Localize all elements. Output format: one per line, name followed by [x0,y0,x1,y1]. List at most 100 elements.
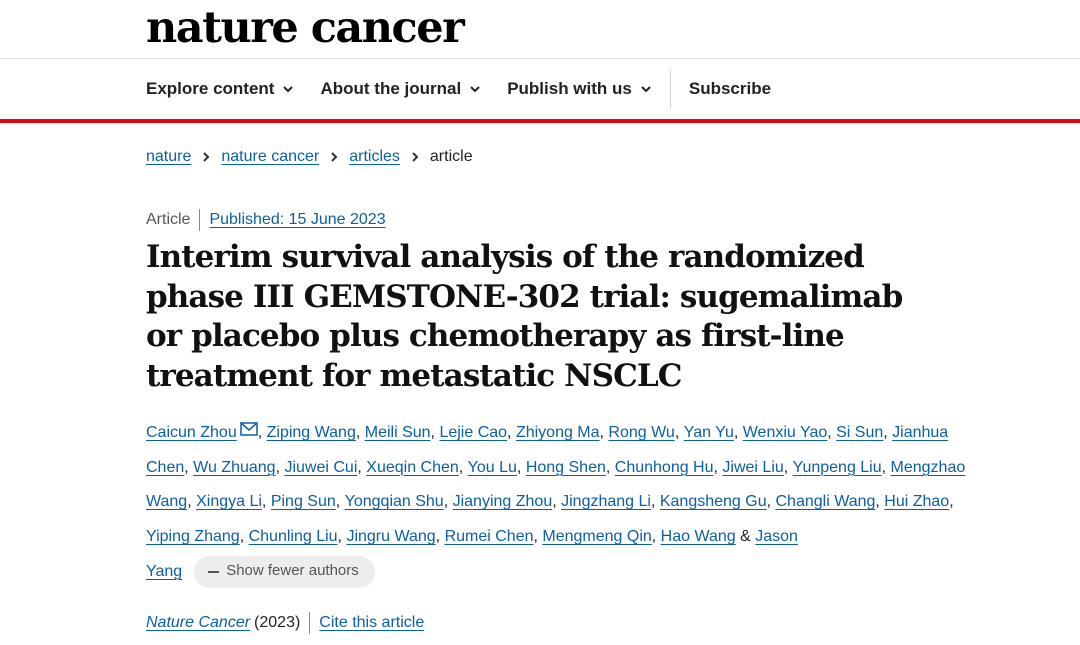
author-item: Si Sun, [836,424,893,441]
author-item: Lejie Cao, [439,424,516,441]
publication-year: (2023) [254,614,301,631]
show-fewer-item: Show fewer authors [182,555,375,588]
author-item: Ziping Wang, [266,424,365,441]
author-item: Chunling Liu, [248,528,347,546]
author-link[interactable]: Ping Sun [271,493,336,510]
site-logo[interactable]: nature cancer [146,2,465,54]
author-link[interactable]: Wenxiu Yao [743,424,828,441]
nav-publish-with-us[interactable]: Publish with us [507,79,652,99]
author-item: Mengmeng Qin, [542,528,661,546]
author-link[interactable]: Wu Zhuang [193,459,275,476]
chevron-right-icon [412,152,419,162]
author-link[interactable]: Hong Shen [526,459,606,476]
author-item: Jingzhang Li, [561,493,660,511]
show-fewer-authors-button[interactable]: Show fewer authors [194,555,375,588]
author-link[interactable]: Mengmeng Qin [542,528,651,545]
author-link[interactable]: Ziping Wang [267,424,356,441]
author-item: Xueqin Chen, [366,458,468,476]
author-link[interactable]: Lejie Cao [439,424,507,441]
citation-divider [309,612,311,634]
chevron-right-icon [331,152,338,162]
author-link[interactable]: You Lu [468,459,517,476]
author-item: Jiuwei Cui, [284,458,367,476]
author-link[interactable]: Yan Yu [684,424,734,441]
author-item: Hao Wang & [660,528,756,546]
author-link[interactable]: Hui Zhao [884,493,949,510]
author-item: Wu Zhuang, [193,458,285,476]
author-link[interactable]: Yongqian Shu [345,493,444,510]
author-link[interactable]: Jingzhang Li [561,493,651,510]
masthead: nature cancer [0,0,1080,58]
meta-divider [199,209,201,231]
nav-about-journal[interactable]: About the journal [320,79,481,99]
author-item: Hui Zhao, [884,493,954,511]
article-meta: Article Published: 15 June 2023 [146,209,386,231]
author-link[interactable]: Rumei Chen [445,528,534,545]
author-item: Jiwei Liu, [722,458,793,476]
author-item: Wenxiu Yao, [742,424,837,441]
author-item: Yongqian Shu, [344,493,453,511]
published-date-link[interactable]: Published: 15 June 2023 [209,211,385,229]
chevron-right-icon [203,152,210,162]
main-navigation: Explore content About the journal Publis… [0,58,1080,123]
cite-article-link[interactable]: Cite this article [319,614,424,632]
author-link[interactable]: Jianying Zhou [453,493,553,510]
nav-divider [669,69,671,109]
breadcrumb-current: article [429,148,473,165]
author-item: Hong Shen, [525,458,615,476]
author-link[interactable]: Si Sun [836,424,883,441]
author-link[interactable]: Jiwei Liu [722,459,783,476]
author-link[interactable]: Caicun Zhou [146,424,237,441]
author-item: Caicun Zhou, [146,422,267,441]
author-link[interactable]: Kangsheng Gu [660,493,767,510]
chevron-down-icon [283,86,294,93]
author-link[interactable]: Chunhong Hu [615,459,714,476]
author-list: Caicun Zhou, Ziping Wang, Meili Sun, Lej… [146,416,976,590]
mail-icon[interactable] [239,422,258,436]
nav-explore-content[interactable]: Explore content [146,79,294,99]
breadcrumb-nature-cancer[interactable]: nature cancer [221,148,319,166]
nav-item-label: About the journal [320,79,462,98]
nav-item-label: Explore content [146,79,275,98]
author-link[interactable]: Yiping Zhang [146,528,240,545]
chevron-down-icon [641,86,651,93]
author-item: Xingya Li, [196,493,271,511]
author-item: Kangsheng Gu, [659,493,776,511]
breadcrumb-nature[interactable]: nature [146,148,191,166]
author-link[interactable]: Meili Sun [365,424,431,441]
breadcrumb-articles[interactable]: articles [349,148,400,166]
show-fewer-label: Show fewer authors [226,562,359,580]
author-item: Yan Yu, [683,424,743,441]
chevron-down-icon [470,86,480,93]
author-item: Chunhong Hu, [614,458,723,476]
author-item: Rumei Chen, [444,528,543,546]
author-link[interactable]: Xingya Li [196,493,262,510]
author-link[interactable]: Xueqin Chen [366,459,459,476]
author-item: Jingru Wang, [346,528,445,546]
author-link[interactable]: Rong Wu [608,424,674,441]
nav-list: Explore content About the journal Publis… [146,59,771,119]
author-item: You Lu, [467,458,526,476]
breadcrumb: nature nature cancer articles article [146,148,473,166]
author-item: Yiping Zhang, [146,528,249,546]
author-item: Jianying Zhou, [452,493,562,511]
author-link[interactable]: Chunling Liu [249,528,338,545]
author-link[interactable]: Yunpeng Liu [793,459,882,476]
subscribe-button[interactable]: Subscribe [689,79,771,99]
citation-line: Nature Cancer (2023) Cite this article [146,612,424,634]
author-link[interactable]: Zhiyong Ma [516,424,600,441]
author-item: Meili Sun, [364,424,440,441]
article-title: Interim survival analysis of the randomi… [146,239,903,394]
author-item: Changli Wang, [775,493,885,511]
article-type: Article [146,211,191,228]
author-link[interactable]: Jingru Wang [346,528,435,545]
author-link[interactable]: Hao Wang [661,528,736,545]
author-item: Rong Wu, [608,424,684,441]
author-link[interactable]: Changli Wang [775,493,875,510]
author-link[interactable]: Jiuwei Cui [284,459,357,476]
journal-link[interactable]: Nature Cancer [146,614,250,632]
minus-icon [208,570,220,573]
author-item: Zhiyong Ma, [515,424,609,441]
author-item: Yunpeng Liu, [792,458,891,476]
nav-item-label: Publish with us [507,79,632,98]
